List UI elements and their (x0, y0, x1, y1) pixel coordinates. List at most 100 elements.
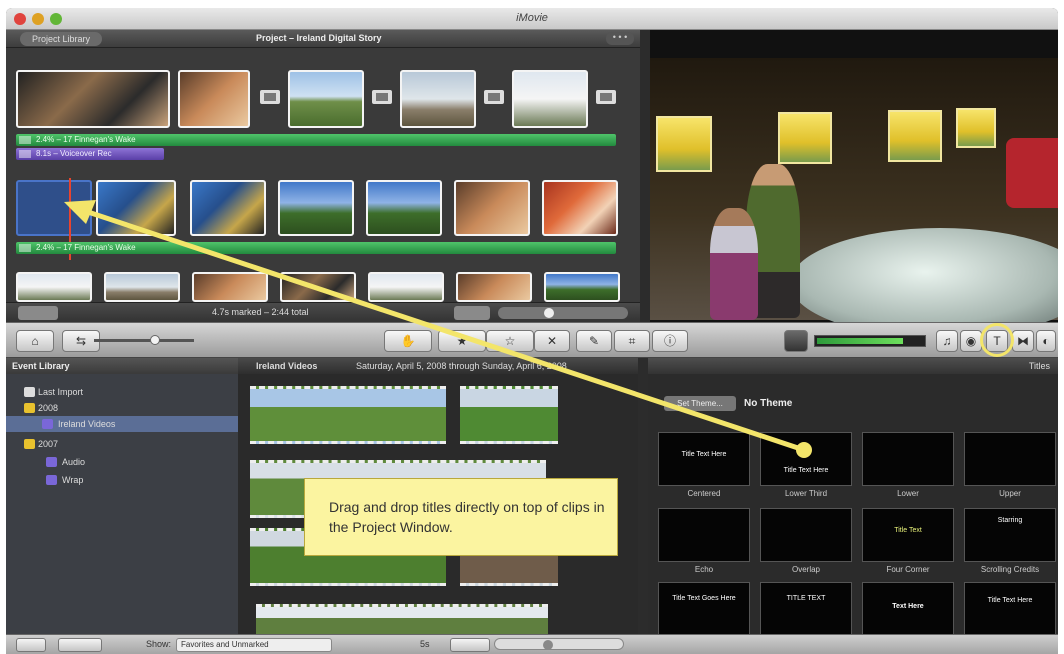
music-icon (19, 244, 31, 252)
transition-icon[interactable] (596, 90, 616, 104)
person-shape (710, 208, 758, 320)
project-clip[interactable] (456, 272, 532, 302)
event-item-last-import[interactable]: Last Import (6, 384, 238, 400)
event-zoom-slider[interactable] (494, 638, 624, 650)
voiceover-bar[interactable]: 8.1s – Voiceover Rec (16, 148, 164, 160)
project-clip[interactable] (288, 70, 364, 128)
title-tile-centered[interactable]: Title Text Here (658, 432, 750, 486)
event-clip-strip[interactable] (250, 386, 446, 444)
music-track-bar[interactable]: 2.4% – 17 Finnegan's Wake (16, 134, 616, 146)
theme-label: No Theme (744, 398, 793, 409)
event-browser-header: Ireland Videos Saturday, April 5, 2008 t… (238, 358, 638, 374)
photos-browser-button[interactable]: ◉ (960, 330, 982, 352)
project-clip[interactable] (190, 180, 266, 236)
project-clip[interactable] (16, 272, 92, 302)
slider-knob[interactable] (544, 308, 554, 318)
event-item-wrap[interactable]: Wrap (6, 472, 238, 488)
transition-icon[interactable] (484, 90, 504, 104)
play-fullscreen-button[interactable] (18, 306, 58, 320)
title-tile-echo[interactable] (658, 508, 750, 562)
title-tile-scrolling-credits[interactable]: Starring (964, 508, 1056, 562)
title-tile[interactable]: Text Here (862, 582, 954, 636)
tile-label: Overlap (791, 565, 820, 574)
transition-icon[interactable] (372, 90, 392, 104)
event-item-label: Audio (62, 457, 86, 467)
project-clip[interactable] (542, 180, 618, 236)
project-clip[interactable] (400, 70, 476, 128)
add-to-project-button[interactable]: ✋ (384, 330, 432, 352)
project-clip[interactable] (192, 272, 268, 302)
project-clip[interactable] (454, 180, 530, 236)
show-event-library-button[interactable] (16, 638, 46, 652)
reject-button[interactable]: ✕ (534, 330, 570, 352)
project-pane: Project Library Project – Ireland Digita… (6, 30, 640, 322)
project-clip[interactable] (16, 70, 170, 128)
camera-import-button[interactable]: ⌂ (16, 330, 54, 352)
project-clip[interactable] (104, 272, 180, 302)
project-clip[interactable] (512, 70, 588, 128)
title-tile[interactable]: Title Text Here (964, 582, 1056, 636)
photo-panel (956, 108, 996, 148)
project-library-button[interactable]: Project Library (20, 32, 103, 46)
import-icon (24, 387, 35, 397)
title-tile-lower[interactable] (862, 432, 954, 486)
project-clip-selected[interactable] (16, 180, 92, 236)
title-tile-overlap[interactable] (760, 508, 852, 562)
imovie-window: iMovie Project Library Project – Ireland… (6, 8, 1058, 654)
music-browser-button[interactable]: ♫ (936, 330, 958, 352)
slider-knob[interactable] (543, 640, 553, 650)
title-tile[interactable]: Title Text Goes Here (658, 582, 750, 636)
folder-icon (24, 403, 35, 413)
project-clip[interactable] (178, 70, 250, 128)
titles-button-highlight (980, 323, 1014, 357)
project-clip[interactable] (368, 272, 444, 302)
crop-button[interactable]: ⌗ (614, 330, 650, 352)
tile-preview-text: Title Text (894, 527, 922, 534)
slider-knob[interactable] (150, 335, 160, 345)
event-item-label: Last Import (38, 387, 84, 397)
project-clip[interactable] (280, 272, 356, 302)
music-track-bar-2[interactable]: 2.4% – 17 Finnegan's Wake (16, 242, 616, 254)
event-item-ireland-videos[interactable]: Ireland Videos (6, 416, 238, 432)
event-icon (42, 419, 53, 429)
title-tile-four-corner[interactable]: Title Text (862, 508, 954, 562)
tile-preview-text: Title Text Here (783, 467, 829, 474)
title-tile[interactable]: TITLE TEXT (760, 582, 852, 636)
audio-meter-fill (817, 338, 903, 344)
tile-label: Four Corner (886, 565, 930, 574)
titles-header: Titles (648, 358, 1058, 374)
thumbnail-duration-button[interactable] (450, 638, 490, 652)
maps-browser-button[interactable]: ◐ (1036, 330, 1056, 352)
music-track-label: 2.4% – 17 Finnegan's Wake (36, 135, 136, 144)
project-clip[interactable] (96, 180, 176, 236)
project-options-button[interactable]: • • • (606, 32, 634, 45)
inspector-button[interactable]: ⓘ (652, 330, 688, 352)
tile-label: Echo (694, 565, 714, 574)
transitions-browser-button[interactable]: ⧓ (1012, 330, 1034, 352)
project-clip[interactable] (366, 180, 442, 236)
music-track-label-2: 2.4% – 17 Finnegan's Wake (36, 243, 136, 252)
event-clip-strip[interactable] (460, 386, 558, 444)
mark-favorite-button[interactable]: ★ (438, 330, 486, 352)
title-tile-upper[interactable] (964, 432, 1056, 486)
project-clip[interactable] (544, 272, 620, 302)
title-tile-lower-third[interactable]: Title Text Here (760, 432, 852, 486)
project-zoom-slider[interactable] (498, 307, 628, 319)
event-library-pane: Event Library Last Import 2008 Ireland V… (6, 358, 238, 634)
project-clip[interactable] (278, 180, 354, 236)
event-item-2007[interactable]: 2007 (6, 436, 238, 452)
window-title: iMovie (516, 12, 548, 24)
voiceover-button[interactable]: ✎ (576, 330, 612, 352)
clip-size-slider[interactable] (94, 335, 194, 345)
thumbnail-size-button[interactable] (454, 306, 490, 320)
event-item-label: Wrap (62, 475, 84, 485)
show-filter-select[interactable]: Favorites and Unmarked (176, 638, 332, 652)
transition-icon[interactable] (260, 90, 280, 104)
event-item-2008[interactable]: 2008 (6, 400, 238, 416)
event-item-audio[interactable]: Audio (6, 454, 238, 470)
event-clip-strip[interactable] (256, 604, 548, 634)
set-theme-button[interactable]: Set Theme... (664, 396, 736, 411)
play-event-button[interactable] (58, 638, 102, 652)
unmark-button[interactable]: ☆ (486, 330, 534, 352)
folder-icon (24, 439, 35, 449)
